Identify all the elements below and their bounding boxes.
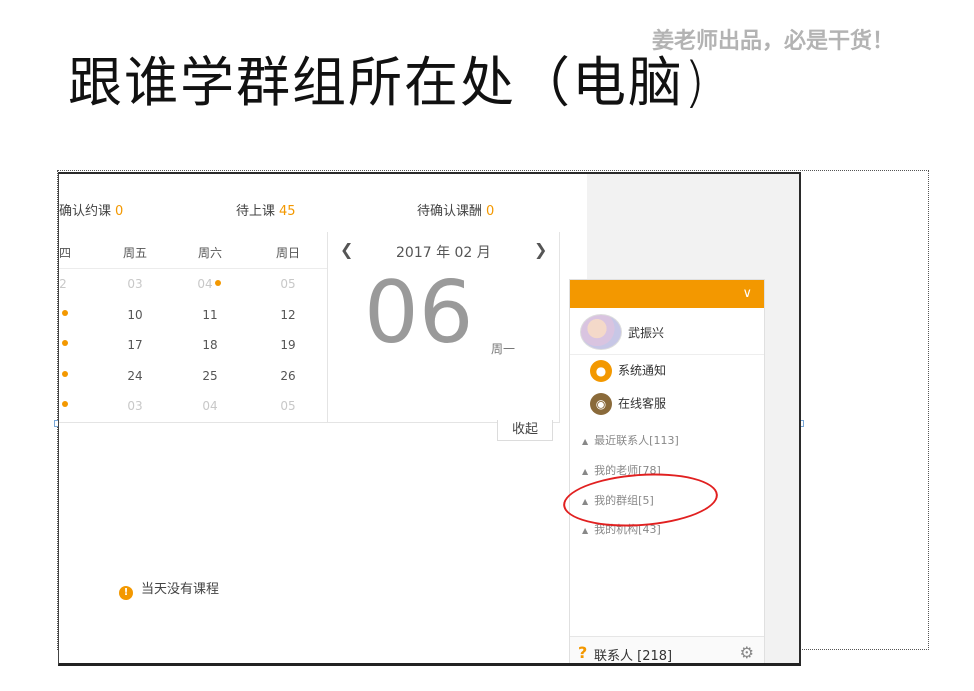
slide-title: 跟谁学群组所在处（电脑) — [68, 51, 708, 114]
no-course-notice: ! 当天没有课程 — [119, 578, 219, 600]
calendar-divider — [59, 268, 327, 269]
chevron-down-icon[interactable]: ∨ — [742, 286, 752, 301]
selected-day: 06 — [364, 263, 474, 363]
help-icon[interactable]: ? — [578, 643, 587, 662]
gear-icon[interactable]: ⚙ — [740, 643, 754, 662]
calendar-day[interactable]: 2 — [59, 277, 83, 291]
weekday-header: 四 — [58, 246, 71, 260]
calendar-day[interactable]: 04 — [190, 399, 230, 413]
calendar-day[interactable]: 05 — [268, 277, 308, 291]
contacts-count[interactable]: 联系人 [218] — [594, 645, 672, 663]
calendar-day[interactable]: 24 — [115, 369, 155, 383]
course-dot — [62, 371, 68, 377]
weekday-header: 周六 — [197, 246, 222, 260]
calendar-day[interactable]: 19 — [268, 338, 308, 352]
calendar-day[interactable]: 11 — [190, 308, 230, 322]
triangle-icon: ▲ — [582, 437, 589, 446]
calendar-day[interactable]: 18 — [190, 338, 230, 352]
user-name: 武振兴 — [628, 326, 665, 340]
course-dot — [62, 340, 68, 346]
online-service[interactable]: ◉ 在线客服 — [590, 393, 666, 415]
selected-weekday: 周一 — [491, 342, 516, 356]
collapse-button[interactable]: 收起 — [497, 420, 553, 441]
slide-tag: 姜老师出品，必是干货！ — [652, 29, 895, 54]
course-dot — [62, 310, 68, 316]
calendar-day[interactable]: 17 — [115, 338, 155, 352]
triangle-icon: ▲ — [582, 526, 589, 535]
group-recent[interactable]: ▲ 最近联系人[113] — [582, 432, 679, 448]
current-user[interactable]: 武振兴 — [570, 308, 764, 355]
contacts-panel: ∨ 武振兴 ● 系统通知 ◉ 在线客服 ▲ 最近联系人[113] ▲ 我的老师[78] … — [569, 279, 765, 663]
contacts-panel-header[interactable]: ∨ — [570, 280, 764, 308]
course-dot — [215, 280, 221, 286]
calendar-day[interactable]: 12 — [268, 308, 308, 322]
calendar-day[interactable]: 26 — [268, 369, 308, 383]
triangle-icon: ▲ — [582, 467, 589, 476]
calendar-day[interactable]: 25 — [190, 369, 230, 383]
weekday-header: 周五 — [122, 246, 147, 260]
chevron-right-icon[interactable]: ❯ — [534, 240, 547, 259]
calendar: 四 周五 周六 周日 2 03 04 05 10 11 12 17 18 19 … — [59, 232, 560, 423]
stat-fee[interactable]: 待确认课酬 0 — [417, 200, 494, 219]
month-label: 2017 年 02 月 — [396, 245, 491, 261]
stat-upcoming[interactable]: 待上课 45 — [236, 200, 296, 219]
avatar — [580, 314, 622, 350]
calendar-day[interactable]: 03 — [115, 399, 155, 413]
warning-icon: ! — [119, 586, 133, 600]
weekday-header: 周日 — [275, 246, 300, 260]
chevron-left-icon[interactable]: ❮ — [340, 240, 353, 259]
calendar-day[interactable]: 03 — [115, 277, 155, 291]
contacts-footer: ? 联系人 [218] ⚙ — [570, 636, 764, 663]
notification-icon: ● — [590, 360, 612, 382]
calendar-day[interactable]: 05 — [268, 399, 308, 413]
customer-service-icon: ◉ — [590, 393, 612, 415]
calendar-day[interactable]: 10 — [115, 308, 155, 322]
system-notification[interactable]: ● 系统通知 — [590, 360, 666, 382]
stat-confirm[interactable]: 确认约课 0 — [59, 200, 123, 219]
course-dot — [62, 401, 68, 407]
screenshot-frame: 确认约课 0 待上课 45 待确认课酬 0 四 周五 周六 周日 2 03 04 05… — [58, 172, 801, 666]
